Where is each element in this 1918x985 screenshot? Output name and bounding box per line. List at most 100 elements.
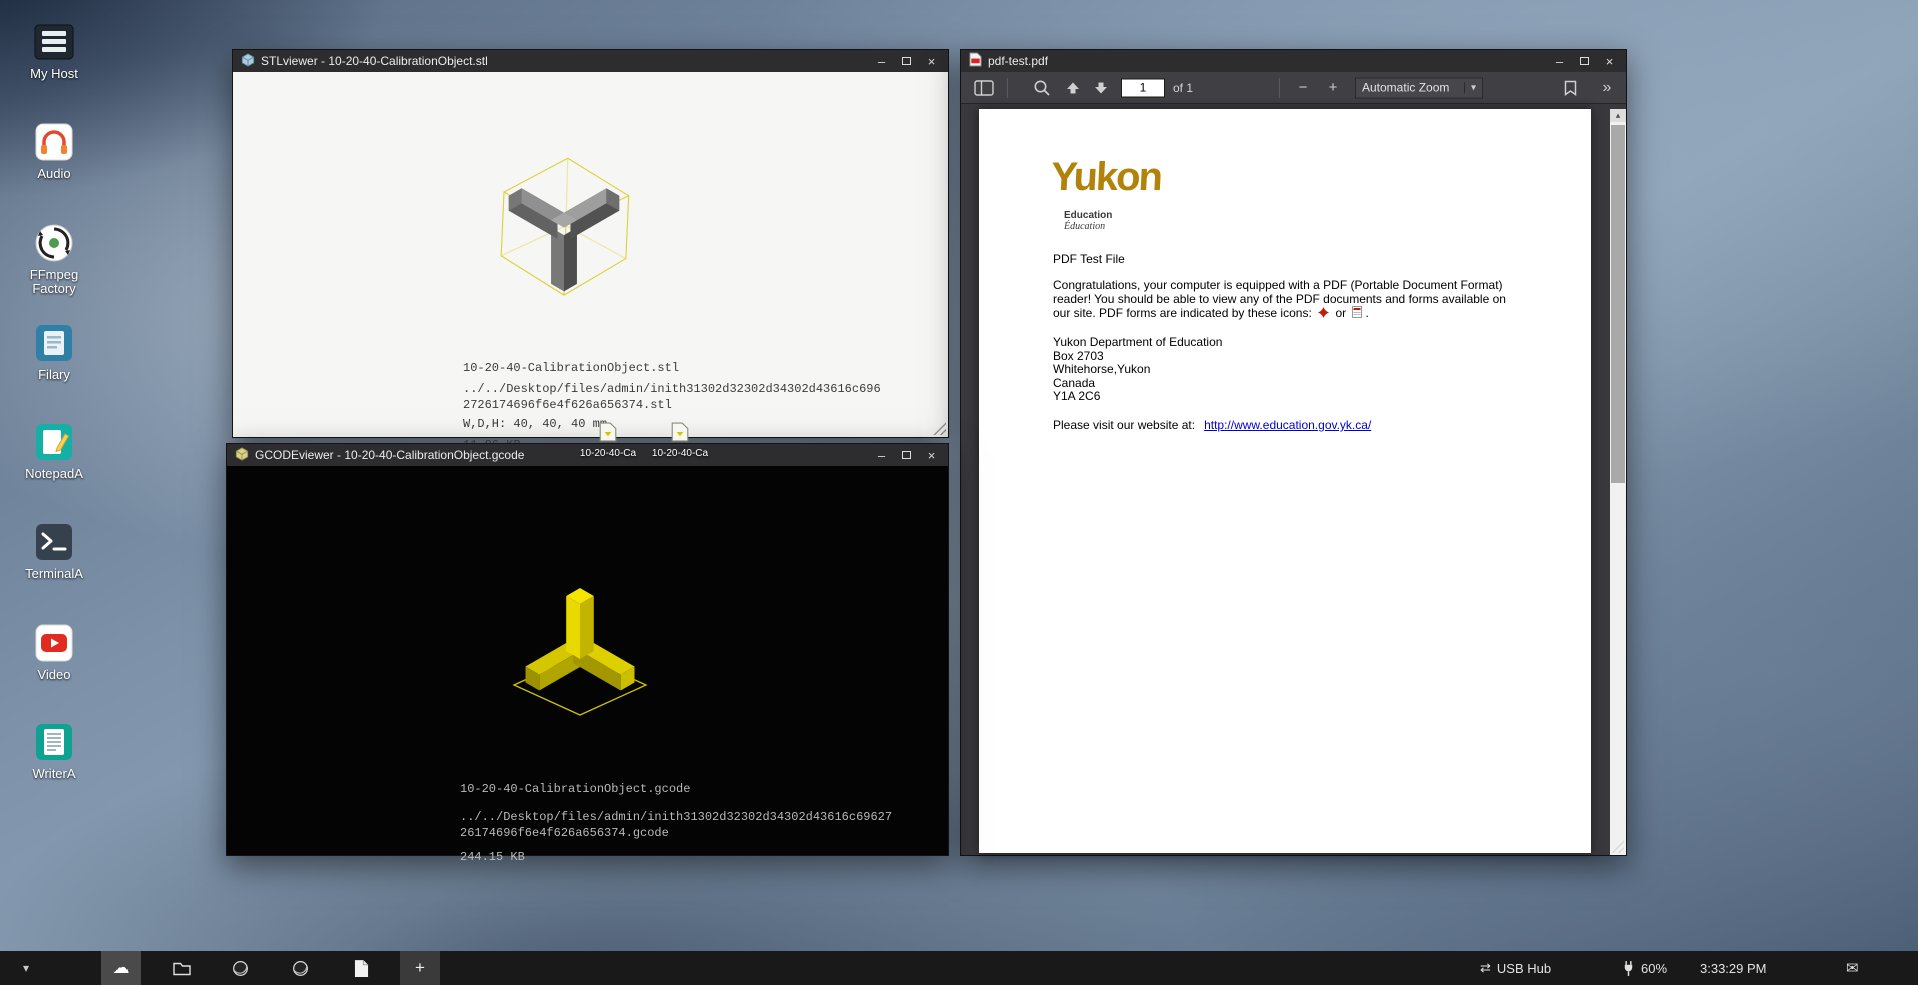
search-icon bbox=[1033, 79, 1051, 97]
bookmark-button[interactable] bbox=[1559, 76, 1581, 100]
resize-grip[interactable] bbox=[930, 419, 946, 435]
desktop-icon-label: NotepadA bbox=[8, 467, 100, 481]
previous-page-button[interactable] bbox=[1061, 76, 1085, 100]
taskbar-stlviewer-app[interactable] bbox=[220, 951, 260, 985]
usb-hub-label: USB Hub bbox=[1497, 961, 1551, 976]
desktop-file-label: 10-20-40-Ca bbox=[576, 448, 640, 459]
stl-3d-object bbox=[489, 151, 639, 309]
pdf-doc-paragraph: Congratulations, your computer is equipp… bbox=[1053, 279, 1506, 322]
desktop-icon-audio[interactable]: Audio bbox=[8, 120, 100, 181]
battery-status[interactable]: 60% bbox=[1622, 951, 1667, 985]
pdf-doc-heading: PDF Test File bbox=[1053, 252, 1125, 266]
usb-hub-status[interactable]: ⇄ USB Hub bbox=[1480, 951, 1551, 985]
cloud-icon: ☁ bbox=[113, 958, 130, 978]
gcode-file-info: 10-20-40-CalibrationObject.gcode ../../D… bbox=[460, 781, 892, 865]
desktop-icon-writer[interactable]: WriterA bbox=[8, 720, 100, 781]
desktop-icon-filary[interactable]: Filary bbox=[8, 321, 100, 382]
scrollbar-thumb[interactable] bbox=[1611, 125, 1625, 483]
logo-subtitle-en: Education bbox=[1064, 210, 1112, 221]
gcode-window-title: GCODEviewer - 10-20-40-CalibrationObject… bbox=[255, 448, 524, 462]
close-button[interactable]: × bbox=[923, 447, 940, 463]
acrobat-icon bbox=[1318, 307, 1329, 322]
taskbar-expand-button[interactable]: ▾ bbox=[14, 951, 38, 985]
paragraph-line: reader! You should be able to view any o… bbox=[1053, 293, 1506, 307]
gcode-viewer-window: GCODEviewer - 10-20-40-CalibrationObject… bbox=[226, 443, 949, 856]
gcode-path-line1: ../../Desktop/files/admin/inith31302d323… bbox=[460, 809, 892, 825]
desktop-icon-label: My Host bbox=[8, 67, 100, 81]
stl-window-title: STLviewer - 10-20-40-CalibrationObject.s… bbox=[261, 54, 488, 68]
clock[interactable]: 3:33:29 PM bbox=[1700, 951, 1767, 985]
scroll-up-button[interactable]: ▴ bbox=[1610, 109, 1626, 122]
stl-render-canvas[interactable]: 10-20-40-CalibrationObject.stl ../../Des… bbox=[233, 72, 948, 437]
gcode-3d-object bbox=[500, 581, 660, 721]
usb-icon: ⇄ bbox=[1480, 960, 1491, 976]
close-button[interactable]: × bbox=[923, 53, 940, 69]
find-button[interactable] bbox=[1029, 76, 1055, 100]
minimize-button[interactable]: – bbox=[873, 447, 890, 463]
taskbar-files-app[interactable] bbox=[162, 951, 202, 985]
taskbar-new-app-button[interactable]: + bbox=[400, 951, 440, 985]
power-plug-icon bbox=[1622, 960, 1635, 977]
desktop-icon-label: Filary bbox=[8, 368, 100, 382]
file-icon bbox=[599, 422, 617, 442]
gcode-filename: 10-20-40-CalibrationObject.gcode bbox=[460, 781, 892, 797]
desktop-icon-notepad[interactable]: NotepadA bbox=[8, 420, 100, 481]
desktop-background: My Host Audio FFmpeg Factory Filary Note… bbox=[0, 0, 1918, 985]
pdf-scrollbar[interactable]: ▴ bbox=[1610, 109, 1626, 855]
website-link[interactable]: http://www.education.gov.yk.ca/ bbox=[1204, 418, 1371, 432]
toolbar-overflow-button[interactable]: » bbox=[1595, 76, 1619, 100]
zoom-out-button[interactable]: − bbox=[1291, 76, 1315, 100]
file-icon bbox=[671, 422, 689, 442]
bookmark-icon bbox=[1564, 80, 1577, 96]
terminal-icon bbox=[32, 520, 76, 564]
maximize-button[interactable] bbox=[898, 447, 915, 463]
taskbar-pdf-app[interactable] bbox=[341, 951, 381, 985]
pdf-toolbar: of 1 − + Automatic Zoom ▾ » bbox=[961, 72, 1626, 104]
desktop-icon-terminal[interactable]: TerminalA bbox=[8, 520, 100, 581]
pdf-window-title: pdf-test.pdf bbox=[988, 54, 1048, 68]
ffmpeg-icon bbox=[32, 221, 76, 265]
chevron-down-icon: ▾ bbox=[1464, 82, 1476, 93]
zoom-in-button[interactable]: + bbox=[1321, 76, 1345, 100]
address-line: Box 2703 bbox=[1053, 350, 1222, 364]
document-icon bbox=[354, 959, 369, 978]
pdf-viewer-window: pdf-test.pdf – × of 1 − bbox=[960, 49, 1627, 856]
sidebar-toggle-button[interactable] bbox=[971, 76, 997, 100]
maximize-icon bbox=[1580, 57, 1589, 65]
page-number-input[interactable] bbox=[1121, 78, 1165, 97]
maximize-icon bbox=[902, 451, 911, 459]
desktop-icon-video[interactable]: Video bbox=[8, 621, 100, 682]
pdf-window-titlebar[interactable]: pdf-test.pdf – × bbox=[961, 50, 1626, 72]
pdf-page: Yukon Education Éducation PDF Test File … bbox=[979, 109, 1591, 853]
paragraph-line: Congratulations, your computer is equipp… bbox=[1053, 279, 1506, 293]
maximize-button[interactable] bbox=[898, 53, 915, 69]
address-line: Y1A 2C6 bbox=[1053, 390, 1222, 404]
mail-icon[interactable]: ✉ bbox=[1846, 951, 1859, 985]
address-line: Whitehorse,Yukon bbox=[1053, 363, 1222, 377]
stl-window-titlebar[interactable]: STLviewer - 10-20-40-CalibrationObject.s… bbox=[233, 50, 948, 72]
writer-icon bbox=[32, 720, 76, 764]
gcode-render-canvas[interactable]: 10-20-40-CalibrationObject.gcode ../../D… bbox=[227, 466, 948, 855]
desktop-file-gcode[interactable]: 10-20-40-Ca bbox=[648, 422, 712, 459]
desktop-file-stl[interactable]: 10-20-40-Ca bbox=[576, 422, 640, 459]
taskbar-cloud-app[interactable]: ☁ bbox=[101, 951, 141, 985]
stl-path-line1: ../../Desktop/files/admin/inith31302d323… bbox=[463, 381, 881, 397]
desktop-icon-my-host[interactable]: My Host bbox=[8, 20, 100, 81]
down-arrow-icon bbox=[1094, 81, 1108, 95]
minimize-button[interactable]: – bbox=[1551, 53, 1568, 69]
next-page-button[interactable] bbox=[1089, 76, 1113, 100]
desktop-icon-label: TerminalA bbox=[8, 567, 100, 581]
up-arrow-icon bbox=[1066, 81, 1080, 95]
pdf-app-icon bbox=[969, 52, 982, 70]
folder-icon bbox=[172, 959, 192, 977]
yukon-logo: Yukon bbox=[1050, 155, 1162, 200]
taskbar-gcodeviewer-app[interactable] bbox=[280, 951, 320, 985]
website-prefix: Please visit our website at: bbox=[1053, 418, 1195, 432]
file-manager-icon bbox=[32, 321, 76, 365]
close-button[interactable]: × bbox=[1601, 53, 1618, 69]
desktop-icon-ffmpeg-factory[interactable]: FFmpeg Factory bbox=[8, 221, 100, 296]
maximize-button[interactable] bbox=[1576, 53, 1593, 69]
zoom-select[interactable]: Automatic Zoom ▾ bbox=[1355, 77, 1483, 98]
minimize-button[interactable]: – bbox=[873, 53, 890, 69]
zoom-select-value: Automatic Zoom bbox=[1362, 81, 1449, 95]
